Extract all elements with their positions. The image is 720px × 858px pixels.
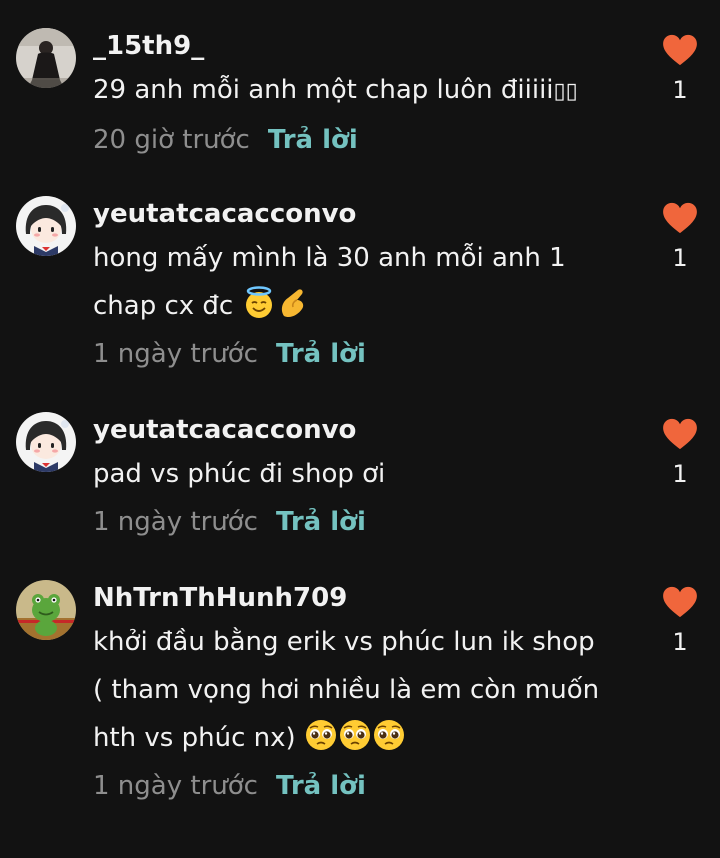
- comment-meta: 20 giờ trước Trả lời: [93, 116, 633, 164]
- comment-list: _15th9_ 29 anh mỗi anh một chap luôn đii…: [0, 0, 720, 858]
- heart-icon[interactable]: [662, 586, 698, 618]
- avatar[interactable]: [16, 28, 76, 88]
- heart-icon[interactable]: [662, 202, 698, 234]
- like-control[interactable]: 1: [660, 34, 700, 106]
- comment-username[interactable]: _15th9_: [93, 28, 633, 64]
- comment-meta: 1 ngày trước Trả lời: [93, 330, 633, 378]
- comment-text-fragment: hth vs phúc nx): [93, 723, 296, 753]
- like-count: 1: [672, 244, 688, 272]
- comment-text-line: khởi đầu bằng erik vs phúc lun ik shop: [93, 627, 595, 657]
- dark-figure-avatar-icon: [16, 28, 76, 88]
- pinching-hand-emoji-icon: [276, 286, 310, 320]
- cartoon-girl-avatar-icon: [16, 412, 76, 472]
- comment-text-line: hth vs phúc nx): [93, 714, 633, 762]
- comment-meta: 1 ngày trước Trả lời: [93, 762, 633, 810]
- comment-body: _15th9_ 29 anh mỗi anh một chap luôn đii…: [93, 28, 633, 164]
- comment-text: hong mấy mình là 30 anh mỗi anh 1 chap cx…: [93, 234, 633, 330]
- comment-text-line: chap cx đc: [93, 282, 633, 330]
- heart-icon[interactable]: [662, 34, 698, 66]
- comment-time: 1 ngày trước: [93, 507, 258, 537]
- reply-button[interactable]: Trả lời: [276, 507, 366, 537]
- comment-text-line: ( tham vọng hơi nhiều là em còn muốn: [93, 675, 600, 705]
- cartoon-girl-avatar-icon: [16, 196, 76, 256]
- comment-text: khởi đầu bằng erik vs phúc lun ik shop ( …: [93, 618, 633, 762]
- comment-body: NhTrnThHunh709 khởi đầu bằng erik vs phú…: [93, 580, 633, 810]
- comment-body: yeutatcacacconvo pad vs phúc đi shop ơi …: [93, 412, 633, 546]
- comment-time: 1 ngày trước: [93, 339, 258, 369]
- pleading-face-emoji-icon: [304, 718, 338, 752]
- heart-icon[interactable]: [662, 418, 698, 450]
- unrenderable-glyphs: ▯▯: [553, 79, 578, 104]
- reply-button[interactable]: Trả lời: [276, 771, 366, 801]
- comment-text: 29 anh mỗi anh một chap luôn điiiii▯▯: [93, 66, 633, 116]
- comment-body: yeutatcacacconvo hong mấy mình là 30 anh…: [93, 196, 633, 378]
- comment-text-fragment: chap cx đc: [93, 291, 234, 321]
- avatar[interactable]: [16, 196, 76, 256]
- reply-button[interactable]: Trả lời: [276, 339, 366, 369]
- pleading-face-emoji-icon: [372, 718, 406, 752]
- pleading-face-emoji-icon: [338, 718, 372, 752]
- like-count: 1: [672, 460, 688, 488]
- comment-username[interactable]: yeutatcacacconvo: [93, 196, 633, 232]
- like-control[interactable]: 1: [660, 586, 700, 658]
- comment-text-main: 29 anh mỗi anh một chap luôn điiiii: [93, 75, 554, 105]
- comment-username[interactable]: NhTrnThHunh709: [93, 580, 633, 616]
- comment-time: 20 giờ trước: [93, 125, 250, 155]
- comment-meta: 1 ngày trước Trả lời: [93, 498, 633, 546]
- comment-time: 1 ngày trước: [93, 771, 258, 801]
- like-control[interactable]: 1: [660, 418, 700, 490]
- green-frog-avatar-icon: [16, 580, 76, 640]
- comment-username[interactable]: yeutatcacacconvo: [93, 412, 633, 448]
- avatar[interactable]: [16, 412, 76, 472]
- like-control[interactable]: 1: [660, 202, 700, 274]
- comment-text: pad vs phúc đi shop ơi: [93, 459, 386, 489]
- like-count: 1: [672, 76, 688, 104]
- comment-text-line: hong mấy mình là 30 anh mỗi anh 1: [93, 243, 566, 273]
- avatar[interactable]: [16, 580, 76, 640]
- like-count: 1: [672, 628, 688, 656]
- halo-smile-emoji-icon: [242, 286, 276, 320]
- reply-button[interactable]: Trả lời: [268, 125, 358, 155]
